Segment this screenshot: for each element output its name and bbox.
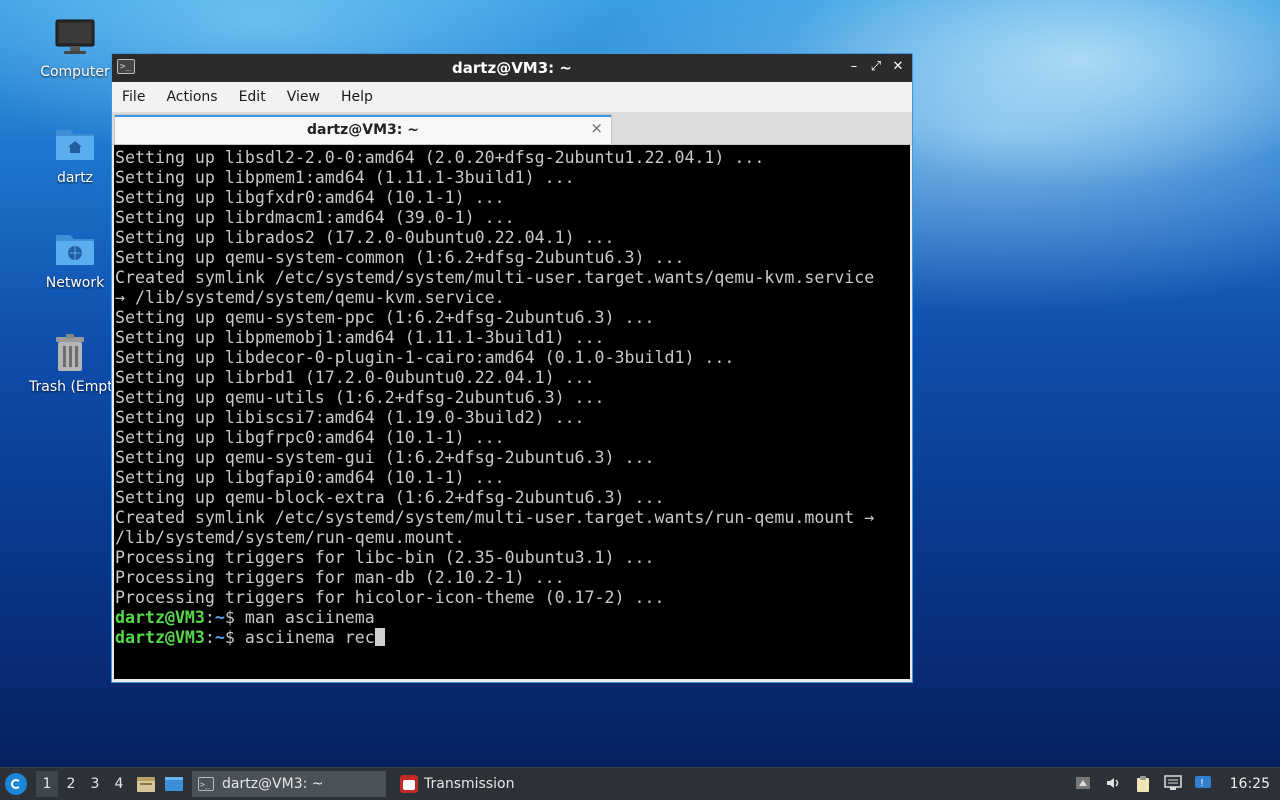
system-tray: ! 16:25 (1074, 775, 1280, 793)
prompt-user: dartz@VM3 (115, 608, 205, 627)
desktop-icon-home[interactable]: dartz (29, 122, 121, 186)
network-folder-icon (53, 227, 97, 271)
terminal-line: Setting up libgfxdr0:amd64 (10.1-1) ... (115, 188, 505, 207)
desktop-icon-label: Trash (Empty) (29, 379, 111, 395)
svg-text:!: ! (1200, 778, 1204, 789)
transmission-icon (400, 775, 418, 793)
desktop-icon-computer[interactable]: Computer (29, 16, 121, 80)
menu-view[interactable]: View (287, 89, 329, 105)
update-notifier-icon[interactable]: ! (1194, 775, 1212, 793)
menu-file[interactable]: File (122, 89, 154, 105)
terminal-cursor (374, 628, 385, 646)
menu-help[interactable]: Help (341, 89, 382, 105)
prompt-path: ~ (214, 628, 225, 647)
terminal-line: Setting up libiscsi7:amd64 (1.19.0-3buil… (115, 408, 585, 427)
terminal-line: Created symlink /etc/systemd/system/mult… (115, 508, 875, 527)
file-manager-icon[interactable] (135, 774, 157, 794)
terminal-line: Processing triggers for libc-bin (2.35-0… (115, 548, 655, 567)
command-text: man asciinema (244, 608, 375, 627)
terminal-line: Setting up qemu-system-ppc (1:6.2+dfsg-2… (115, 308, 655, 327)
terminal-line: Processing triggers for man-db (2.10.2-1… (115, 568, 565, 587)
terminal-line: Setting up qemu-system-common (1:6.2+dfs… (115, 248, 685, 267)
terminal-line: Setting up libsdl2-2.0-0:amd64 (2.0.20+d… (115, 148, 765, 167)
trash-icon (48, 331, 92, 375)
start-menu-icon[interactable] (5, 773, 27, 795)
window-title: dartz@VM3: ~ (452, 59, 572, 77)
workspace-3[interactable]: 3 (84, 771, 106, 797)
prompt-user: dartz@VM3 (115, 628, 205, 647)
task-label: dartz@VM3: ~ (222, 776, 324, 792)
menu-edit[interactable]: Edit (239, 89, 275, 105)
keyboard-layout-icon[interactable] (1074, 775, 1092, 793)
workspace-2[interactable]: 2 (60, 771, 82, 797)
task-transmission[interactable]: Transmission (394, 771, 520, 797)
clock[interactable]: 16:25 (1230, 776, 1270, 792)
terminal-line: Setting up librados2 (17.2.0-0ubuntu0.22… (115, 228, 615, 247)
terminal-line: Setting up libpmem1:amd64 (1.11.1-3build… (115, 168, 575, 187)
menu-actions[interactable]: Actions (166, 89, 226, 105)
prompt-separator: : (204, 628, 215, 647)
prompt-path: ~ (214, 608, 225, 627)
terminal-line: Setting up qemu-utils (1:6.2+dfsg-2ubunt… (115, 388, 605, 407)
tab-active-indicator (115, 115, 611, 117)
taskbar: 1 2 3 4 >_ dartz@VM3: ~ Transmission ! 1… (0, 767, 1280, 800)
terminal-line: Setting up librbd1 (17.2.0-0ubuntu0.22.0… (115, 368, 595, 387)
terminal-line: Created symlink /etc/systemd/system/mult… (115, 268, 875, 287)
prompt-dollar: $ (224, 628, 245, 647)
terminal-line: Setting up libgfrpc0:amd64 (10.1-1) ... (115, 428, 505, 447)
terminal-icon: >_ (198, 777, 214, 791)
desktop-icon-label: Computer (40, 64, 110, 80)
terminal-output[interactable]: Setting up libsdl2-2.0-0:amd64 (2.0.20+d… (114, 145, 910, 679)
terminal-app-icon[interactable]: >_ (117, 59, 135, 74)
desktop-icon-trash[interactable]: Trash (Empty) (29, 331, 111, 395)
workspace-4[interactable]: 4 (108, 771, 130, 797)
maximize-button[interactable]: ⤢ (868, 58, 884, 76)
minimize-button[interactable]: – (846, 58, 862, 76)
volume-icon[interactable] (1104, 775, 1122, 793)
terminal-line: Setting up qemu-block-extra (1:6.2+dfsg-… (115, 488, 665, 507)
desktop-icon-label: dartz (56, 170, 94, 186)
tab-label: dartz@VM3: ~ (307, 122, 419, 138)
close-button[interactable]: ✕ (890, 58, 906, 76)
network-icon[interactable] (1163, 775, 1182, 793)
workspace-1[interactable]: 1 (36, 771, 58, 797)
terminal-line: → /lib/systemd/system/qemu-kvm.service. (115, 288, 505, 307)
command-text: asciinema rec (244, 628, 375, 647)
menubar: File Actions Edit View Help (112, 82, 912, 112)
tab-terminal[interactable]: dartz@VM3: ~ × (114, 114, 612, 144)
desktop-icon-network[interactable]: Network (29, 227, 121, 291)
prompt-dollar: $ (224, 608, 245, 627)
terminal-window[interactable]: >_ dartz@VM3: ~ – ⤢ ✕ File Actions Edit … (111, 53, 913, 683)
window-controls: – ⤢ ✕ (846, 58, 906, 76)
terminal-prompt-line: dartz@VM3:~$ asciinema rec (115, 628, 910, 648)
clipboard-icon[interactable] (1134, 775, 1152, 793)
window-titlebar[interactable]: >_ dartz@VM3: ~ – ⤢ ✕ (112, 54, 912, 82)
desktop-icon-label: Network (45, 275, 105, 291)
computer-icon (53, 16, 97, 60)
terminal-line: Setting up libgfapi0:amd64 (10.1-1) ... (115, 468, 505, 487)
terminal-line: Processing triggers for hicolor-icon-the… (115, 588, 665, 607)
terminal-line: Setting up librdmacm1:amd64 (39.0-1) ... (115, 208, 515, 227)
prompt-separator: : (204, 608, 215, 627)
terminal-line: Setting up libpmemobj1:amd64 (1.11.1-3bu… (115, 328, 605, 347)
terminal-line: Setting up qemu-system-gui (1:6.2+dfsg-2… (115, 448, 655, 467)
terminal-line: Setting up libdecor-0-plugin-1-cairo:amd… (115, 348, 735, 367)
task-label: Transmission (424, 776, 515, 792)
terminal-prompt-line: dartz@VM3:~$ man asciinema (115, 608, 910, 628)
terminal-line: /lib/systemd/system/run-qemu.mount. (115, 528, 465, 547)
task-terminal[interactable]: >_ dartz@VM3: ~ (192, 771, 386, 797)
tab-close-icon[interactable]: × (590, 119, 603, 137)
show-desktop-icon[interactable] (163, 774, 185, 794)
tab-bar: dartz@VM3: ~ × (112, 112, 912, 145)
home-folder-icon (53, 122, 97, 166)
